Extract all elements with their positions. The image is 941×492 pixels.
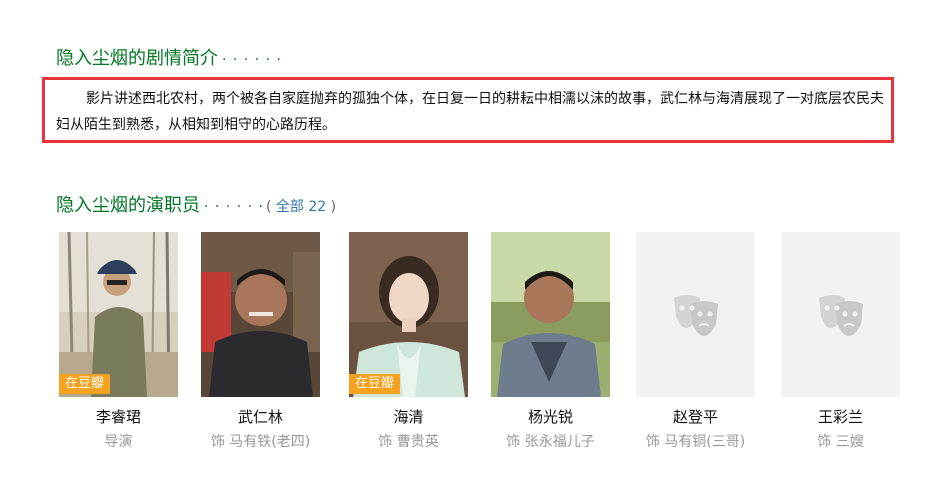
cast-name[interactable]: 李睿珺	[59, 407, 178, 427]
all-cast-link[interactable]: ( 全部 22 )	[266, 199, 336, 215]
cast-role: 饰 曹贵英	[378, 434, 439, 450]
cast-role: 导演	[104, 434, 133, 450]
cast-role: 饰 三嫂	[817, 434, 864, 450]
cast-photo[interactable]	[201, 232, 320, 397]
cast-name[interactable]: 赵登平	[636, 407, 755, 427]
cast-card-3[interactable]: 在豆瓣 海清 饰 曹贵英	[349, 232, 468, 452]
theater-mask-icon	[636, 232, 755, 397]
cast-photo-placeholder[interactable]	[636, 232, 755, 397]
plot-summary: 影片讲述西北农村，两个被各自家庭抛弃的孤独个体，在日复一日的耕耘中相濡以沫的故事…	[56, 91, 884, 133]
all-cast-label[interactable]: 全部 22	[276, 199, 326, 215]
cast-role: 饰 马有铜(三哥)	[645, 434, 746, 450]
cast-name[interactable]: 海清	[349, 407, 468, 427]
cast-photo[interactable]	[491, 232, 610, 397]
person-photo-2	[201, 232, 320, 397]
cast-photo-placeholder[interactable]	[781, 232, 900, 397]
intro-title-text: 隐入尘烟的剧情简介	[56, 48, 218, 69]
all-cast-open-paren: (	[265, 199, 276, 215]
cast-card-2[interactable]: 武仁林 饰 马有铁(老四)	[201, 232, 320, 452]
person-photo-4	[491, 232, 610, 397]
intro-section-title: 隐入尘烟的剧情简介 · · · · · ·	[56, 44, 282, 70]
cast-name[interactable]: 王彩兰	[781, 407, 900, 427]
intro-title-dots: · · · · · ·	[222, 52, 282, 68]
cast-name[interactable]: 武仁林	[201, 407, 320, 427]
cast-name[interactable]: 杨光锐	[491, 407, 610, 427]
cast-list: 在豆瓣 李睿珺 导演 武仁林 饰 马有铁(老四) 在豆瓣 海清 饰 曹贵英 杨光…	[59, 232, 919, 472]
cast-card-1[interactable]: 在豆瓣 李睿珺 导演	[59, 232, 178, 452]
cast-card-5[interactable]: 赵登平 饰 马有铜(三哥)	[636, 232, 755, 452]
cast-title-text: 隐入尘烟的演职员	[56, 195, 200, 216]
cast-photo[interactable]: 在豆瓣	[59, 232, 178, 397]
cast-role: 饰 马有铁(老四)	[210, 434, 311, 450]
movie-detail-page: 隐入尘烟的剧情简介 · · · · · · 影片讲述西北农村，两个被各自家庭抛弃的…	[0, 0, 941, 492]
cast-role: 饰 张永福儿子	[506, 434, 595, 450]
person-photo-3	[349, 232, 468, 397]
cast-section-title: 隐入尘烟的演职员 · · · · · ·( 全部 22 )	[56, 191, 336, 217]
all-cast-close-paren: )	[326, 199, 337, 215]
douban-badge: 在豆瓣	[349, 374, 401, 394]
cast-card-6[interactable]: 王彩兰 饰 三嫂	[781, 232, 900, 452]
cast-photo[interactable]: 在豆瓣	[349, 232, 468, 397]
person-photo-1	[59, 232, 178, 397]
cast-card-4[interactable]: 杨光锐 饰 张永福儿子	[491, 232, 610, 452]
theater-mask-icon	[781, 232, 900, 397]
cast-title-dots: · · · · · ·	[204, 199, 264, 215]
douban-badge: 在豆瓣	[59, 374, 111, 394]
